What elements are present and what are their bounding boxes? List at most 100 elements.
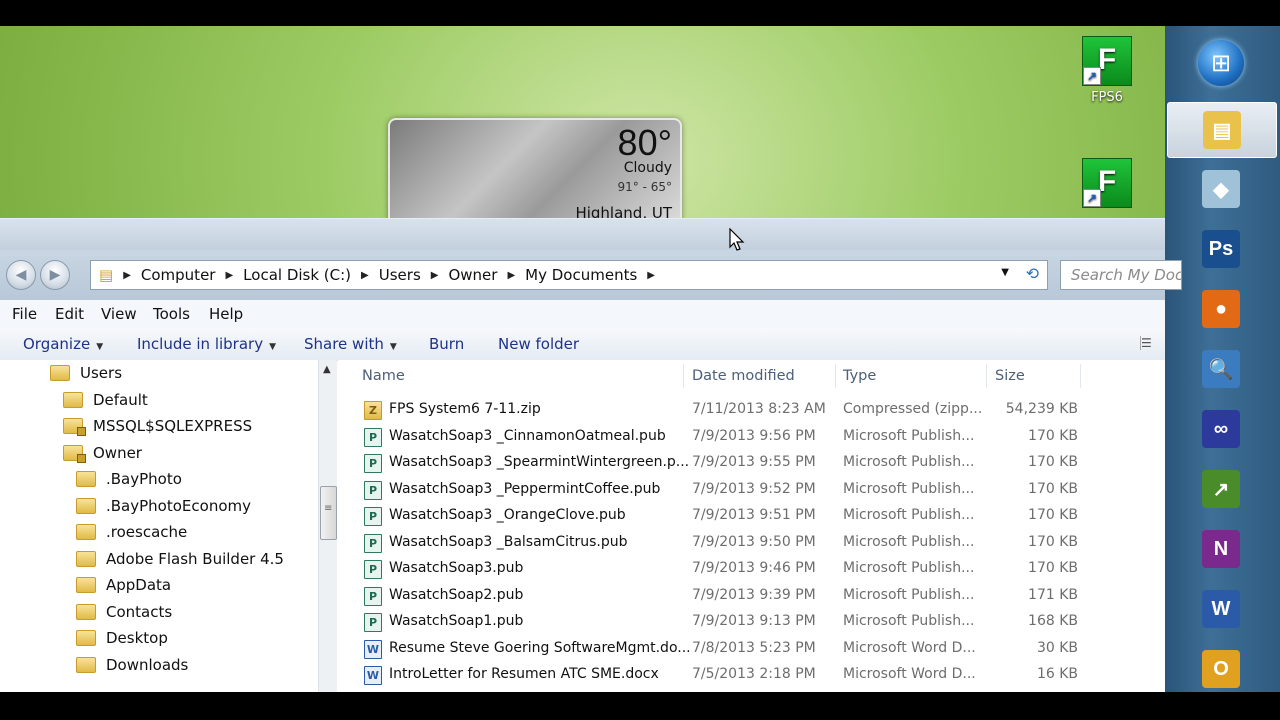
burn-button[interactable]: Burn (429, 335, 464, 353)
taskbar-button-magnifier[interactable]: 🔍 (1167, 342, 1275, 396)
file-date-modified: 7/5/2013 2:18 PM (692, 666, 816, 682)
file-size: 170 KB (1028, 427, 1078, 444)
taskbar-button-onenote[interactable]: N (1167, 522, 1275, 576)
include-in-library-button[interactable]: Include in library ▼ (137, 335, 276, 353)
tree-item[interactable]: Owner (63, 440, 142, 466)
tree-item[interactable]: .BayPhoto (76, 466, 182, 492)
taskbar-button-loop-app[interactable]: ∞ (1167, 402, 1275, 456)
file-name: WasatchSoap3 _CinnamonOatmeal.pub (389, 427, 666, 444)
breadcrumb-separator-icon: ▶ (225, 269, 234, 281)
taskbar-button-photoshop[interactable]: Ps (1167, 222, 1275, 276)
file-date-modified: 7/8/2013 5:23 PM (692, 639, 816, 656)
file-row[interactable]: P WasatchSoap3 _PeppermintCoffee.pub 7/9/2… (338, 477, 1165, 503)
organize-button[interactable]: Organize ▼ (23, 335, 103, 353)
tree-item-label: Contacts (106, 602, 173, 621)
file-row[interactable]: P WasatchSoap1.pub 7/9/2013 9:13 PM Microso… (338, 609, 1165, 635)
menu-view[interactable]: View (101, 305, 137, 323)
breadcrumb-my-documents[interactable]: My Documents (525, 266, 637, 284)
file-date-modified: 7/9/2013 9:50 PM (692, 533, 816, 550)
menu-file[interactable]: File (12, 305, 37, 323)
menu-tools[interactable]: Tools (153, 305, 190, 323)
share-with-button[interactable]: Share with ▼ (304, 335, 397, 353)
fps-shortcut-2[interactable]: F ↗ (1072, 158, 1142, 212)
file-row[interactable]: P WasatchSoap2.pub 7/9/2013 9:39 PM Microso… (338, 583, 1165, 609)
menu-edit[interactable]: Edit (55, 305, 84, 323)
tree-item[interactable]: Contacts (76, 599, 172, 625)
outlook-icon: O (1202, 650, 1240, 688)
scrollbar-thumb[interactable]: ≡ (320, 486, 337, 540)
back-button[interactable]: ◀ (6, 260, 36, 290)
folder-icon (76, 630, 96, 646)
change-view-icon[interactable]: ☰ (1140, 336, 1159, 350)
chevron-down-icon: ▼ (96, 342, 104, 352)
taskbar-button-outlook[interactable]: O (1167, 642, 1275, 692)
column-divider[interactable] (835, 364, 836, 388)
fps6-label: FPS6 (1091, 90, 1123, 105)
new-folder-button[interactable]: New folder (498, 335, 579, 353)
publisher-file-icon: P (364, 613, 382, 632)
publisher-file-icon: P (364, 454, 382, 473)
column-header-size[interactable]: Size (995, 368, 1025, 384)
taskbar-button-firefox[interactable]: ● (1167, 282, 1275, 336)
tree-item-label: Users (80, 364, 123, 382)
forward-button[interactable]: ▶ (40, 260, 70, 290)
file-date-modified: 7/9/2013 9:51 PM (692, 507, 816, 523)
navigation-pane: Users Default MSSQL$SQLEXPRESS Owner .BayPho… (0, 360, 318, 692)
column-header-name[interactable]: Name (362, 368, 405, 384)
breadcrumb-users[interactable]: Users (379, 266, 421, 284)
file-row[interactable]: P WasatchSoap3 _OrangeClove.pub 7/9/2013 9… (338, 503, 1165, 529)
tree-item[interactable]: .roescache (76, 519, 187, 545)
menu-help[interactable]: Help (209, 305, 243, 323)
column-divider[interactable] (683, 364, 684, 388)
tree-item[interactable]: Desktop (76, 625, 168, 651)
onenote-icon: N (1202, 530, 1240, 568)
navigation-scrollbar[interactable]: ▲ ≡ (318, 360, 337, 692)
file-name: WasatchSoap3 _OrangeClove.pub (389, 507, 626, 523)
file-row[interactable]: Z FPS System6 7-11.zip 7/11/2013 8:23 AM Co… (338, 397, 1165, 423)
address-bar[interactable]: ▤ ▶ Computer ▶ Local Disk (C:) ▶ Users ▶… (90, 260, 1048, 290)
tree-item[interactable]: Downloads (76, 652, 188, 678)
breadcrumb-computer[interactable]: Computer (141, 266, 216, 284)
file-type: Microsoft Publish... (843, 507, 975, 523)
tree-item[interactable]: Users (50, 360, 122, 386)
start-button[interactable]: ⊞ (1198, 40, 1244, 86)
search-input[interactable]: Search My Documents (1060, 260, 1182, 290)
tree-item-label: AppData (106, 576, 172, 594)
file-date-modified: 7/9/2013 9:52 PM (692, 480, 816, 497)
refresh-icon[interactable]: ⟲ (1026, 264, 1039, 283)
eraser-app-icon: ◆ (1202, 170, 1240, 208)
file-row[interactable]: P WasatchSoap3 _CinnamonOatmeal.pub 7/9/20… (338, 424, 1165, 450)
publisher-file-icon: P (364, 507, 382, 526)
file-row[interactable]: P WasatchSoap3 _SpearmintWintergreen.p...… (338, 450, 1165, 476)
column-divider[interactable] (986, 364, 987, 388)
tree-item[interactable]: AppData (76, 572, 171, 598)
weather-gadget[interactable]: 80° Cloudy 91° - 65° Highland, UT (388, 118, 682, 227)
file-type: Microsoft Publish... (843, 427, 975, 444)
column-header-type[interactable]: Type (843, 368, 876, 384)
breadcrumb-separator-icon: ▶ (507, 269, 516, 281)
taskbar-button-excel-chart[interactable]: ↗ (1167, 462, 1275, 516)
address-history-dropdown-icon[interactable]: ▼ (1001, 267, 1009, 278)
tree-item[interactable]: .BayPhotoEconomy (76, 493, 251, 519)
file-row[interactable]: W Resume Steve Goering SoftwareMgmt.do...… (338, 636, 1165, 662)
folder-icon (76, 471, 96, 487)
fps6-shortcut[interactable]: F ↗ FPS6 (1072, 36, 1142, 105)
tree-item[interactable]: Adobe Flash Builder 4.5 (76, 546, 284, 572)
window-titlebar[interactable] (0, 218, 1165, 251)
scroll-up-arrow-icon[interactable]: ▲ (323, 364, 331, 375)
breadcrumb-owner[interactable]: Owner (448, 266, 497, 284)
tree-item[interactable]: Default (63, 387, 148, 413)
breadcrumb-separator-icon: ▶ (123, 269, 131, 281)
file-row[interactable]: P WasatchSoap3.pub 7/9/2013 9:46 PM Microso… (338, 556, 1165, 582)
taskbar-button-windows-explorer[interactable]: ▤ (1167, 102, 1277, 158)
column-header-date-modified[interactable]: Date modified (692, 368, 795, 384)
folder-icon (50, 365, 70, 381)
folder-icon (76, 603, 96, 620)
breadcrumb-local-disk[interactable]: Local Disk (C:) (243, 266, 351, 284)
taskbar-button-eraser-app[interactable]: ◆ (1167, 162, 1275, 216)
file-row[interactable]: P WasatchSoap3 _BalsamCitrus.pub 7/9/2013 … (338, 530, 1165, 556)
file-row[interactable]: W IntroLetter for Resumen ATC SME.docx 7/5… (338, 662, 1165, 688)
tree-item[interactable]: MSSQL$SQLEXPRESS (63, 413, 252, 439)
taskbar-button-word[interactable]: W (1167, 582, 1275, 636)
column-divider[interactable] (1080, 364, 1081, 388)
